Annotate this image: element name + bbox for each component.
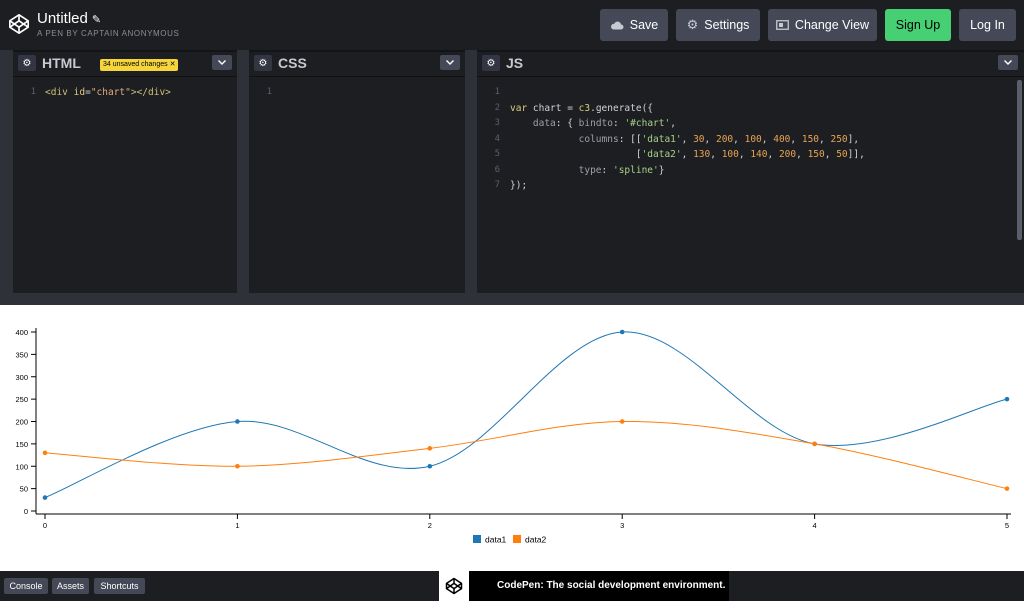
promo-text: CodePen: The social development environm… xyxy=(497,580,726,591)
unsaved-changes-text: 34 unsaved changes xyxy=(103,61,168,68)
left-gutter xyxy=(0,50,13,293)
js-code[interactable]: var chart = c3.generate({ data: { bindto… xyxy=(510,85,865,194)
y-tick-label: 400 xyxy=(15,328,28,337)
html-editor: ⚙ HTML 34 unsaved changes ✕ 1 <div id="c… xyxy=(13,52,237,293)
css-editor: ⚙ CSS 1 xyxy=(249,52,465,293)
css-line-numbers: 1 xyxy=(266,87,272,97)
css-settings-gear-icon[interactable]: ⚙ xyxy=(254,55,272,71)
data-point-data2 xyxy=(42,450,48,456)
x-tick-label: 4 xyxy=(813,521,817,530)
codepen-promo[interactable]: CodePen: The social development environm… xyxy=(439,571,729,601)
y-tick-label: 150 xyxy=(15,440,28,449)
x-tick-label: 0 xyxy=(43,521,47,530)
save-button[interactable]: Save xyxy=(600,9,668,41)
cloud-icon xyxy=(610,21,624,30)
settings-label: Settings xyxy=(704,18,750,32)
layout-icon xyxy=(776,20,789,30)
pencil-icon[interactable]: ✎ xyxy=(92,14,101,26)
data-point-data1 xyxy=(235,419,240,424)
data-point-data2 xyxy=(1004,486,1010,491)
change-view-button[interactable]: Change View xyxy=(768,9,877,41)
js-scrollbar[interactable] xyxy=(1017,80,1022,240)
y-tick-label: 100 xyxy=(15,462,28,471)
js-line-numbers: 1 2 3 4 5 6 7 xyxy=(494,87,500,190)
js-editor-title: JS xyxy=(506,55,524,71)
html-line-numbers: 1 xyxy=(30,87,36,97)
html-code-area[interactable]: 1 <div id="chart"></div> xyxy=(13,76,237,293)
x-tick-label: 1 xyxy=(235,521,239,530)
y-tick-label: 250 xyxy=(15,395,28,404)
data-point-data2 xyxy=(619,419,625,424)
result-resize-handle[interactable] xyxy=(0,293,1024,305)
legend-swatch-data1 xyxy=(473,535,481,543)
data-point-data1 xyxy=(619,329,625,335)
c3-spline-chart: 0 50 100 150 200 250 300 350 400 0 1 2 3 4 5 data1 data2 xyxy=(15,328,1011,545)
result-preview: 0 50 100 150 200 250 300 350 400 0 1 2 3 4 5 data1 data2 xyxy=(0,305,1024,571)
resize-handle-css-js[interactable] xyxy=(465,50,477,293)
series-line-data2 xyxy=(44,420,1008,490)
y-tick-label: 0 xyxy=(24,507,28,516)
data-point-data1 xyxy=(42,495,48,500)
legend-label-data1: data1 xyxy=(485,535,507,545)
console-button[interactable]: Console xyxy=(4,578,48,594)
js-code-area[interactable]: 1 2 3 4 5 6 7 var chart = c3.generate({ … xyxy=(477,76,1024,293)
js-settings-gear-icon[interactable]: ⚙ xyxy=(482,55,500,71)
js-editor: ⚙ JS 1 2 3 4 5 6 7 var chart = c3.genera… xyxy=(477,52,1024,293)
log-in-button[interactable]: Log In xyxy=(959,9,1016,41)
legend-swatch-data2 xyxy=(513,535,521,543)
y-tick-label: 200 xyxy=(15,418,28,427)
y-tick-label: 350 xyxy=(15,350,28,359)
data-point-data1 xyxy=(427,463,433,469)
data-point-data1 xyxy=(1004,396,1010,402)
sign-up-button[interactable]: Sign Up xyxy=(885,9,951,41)
html-settings-gear-icon[interactable]: ⚙ xyxy=(18,55,36,71)
js-editor-header: ⚙ JS xyxy=(477,52,1024,74)
app-header: Untitled ✎ A PEN BY CAPTAIN ANONYMOUS Sav… xyxy=(0,0,1024,50)
y-tick-label: 50 xyxy=(20,485,28,494)
css-editor-title: CSS xyxy=(278,55,307,71)
data-point-data2 xyxy=(427,446,433,451)
settings-button[interactable]: ⚙ Settings xyxy=(676,9,760,41)
series-line-data1 xyxy=(44,331,1008,499)
pen-author: A PEN BY CAPTAIN ANONYMOUS xyxy=(37,29,180,38)
pen-title[interactable]: Untitled ✎ xyxy=(37,10,101,27)
gear-icon: ⚙ xyxy=(686,17,699,32)
data-point-data2 xyxy=(235,463,240,469)
codepen-logo-icon[interactable] xyxy=(8,13,30,35)
x-tick-label: 2 xyxy=(428,521,432,530)
x-tick-label: 5 xyxy=(1005,521,1009,530)
shortcuts-button[interactable]: Shortcuts xyxy=(94,578,145,594)
unsaved-changes-badge[interactable]: 34 unsaved changes ✕ xyxy=(100,59,179,71)
assets-button[interactable]: Assets xyxy=(52,578,89,594)
x-tick-label: 3 xyxy=(620,521,624,530)
resize-handle-html-css[interactable] xyxy=(237,50,249,293)
y-tick-label: 300 xyxy=(15,373,28,382)
html-collapse-chevron-icon[interactable] xyxy=(212,55,232,70)
data-point-data2 xyxy=(812,441,817,447)
js-collapse-chevron-icon[interactable] xyxy=(998,55,1018,70)
save-label: Save xyxy=(629,18,659,32)
html-code[interactable]: <div id="chart"></div> xyxy=(45,85,171,101)
css-collapse-chevron-icon[interactable] xyxy=(440,55,460,70)
close-icon[interactable]: ✕ xyxy=(170,61,176,68)
html-editor-header: ⚙ HTML 34 unsaved changes ✕ xyxy=(13,52,237,74)
promo-logo-icon xyxy=(439,571,469,601)
css-code-area[interactable]: 1 xyxy=(249,76,465,293)
change-view-label: Change View xyxy=(794,18,870,32)
legend-label-data2: data2 xyxy=(525,535,547,545)
css-editor-header: ⚙ CSS xyxy=(249,52,465,74)
pen-title-text: Untitled xyxy=(37,10,88,27)
html-editor-title: HTML xyxy=(42,55,81,71)
